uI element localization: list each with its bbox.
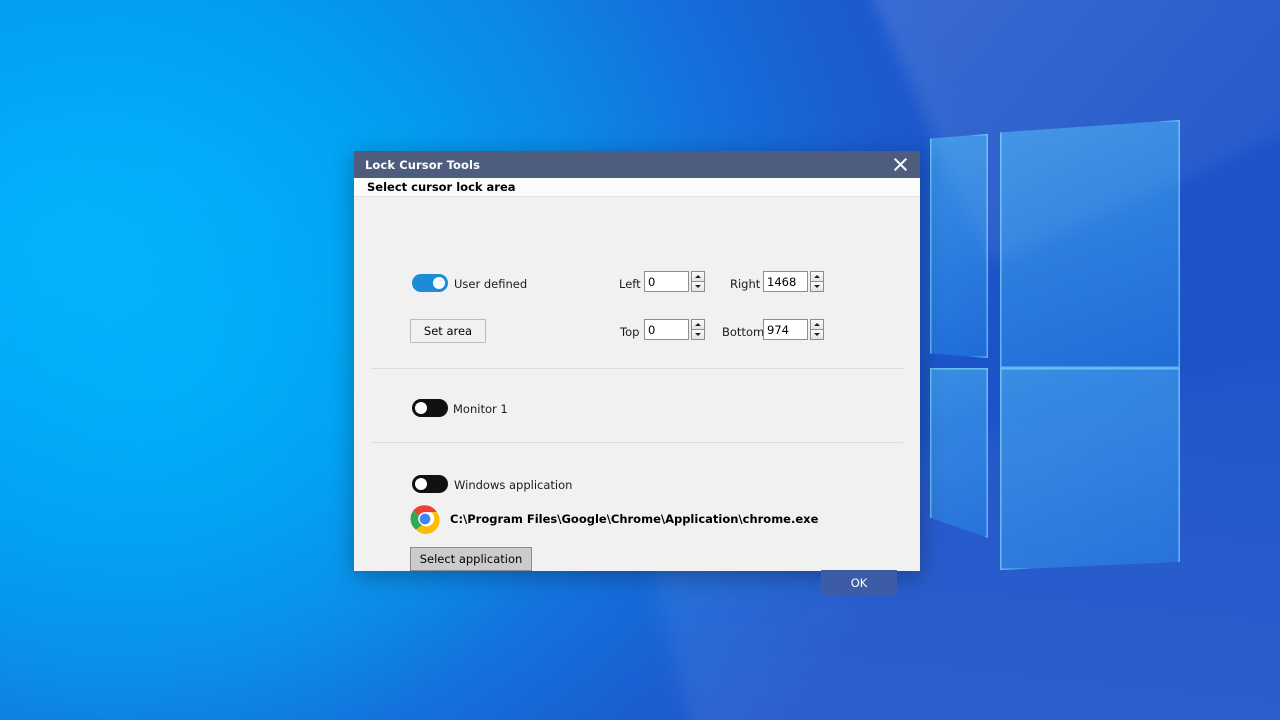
select-application-button[interactable]: Select application [410, 547, 532, 571]
section-header: Select cursor lock area [354, 178, 920, 197]
right-field-spin-buttons[interactable] [810, 271, 824, 292]
ok-button[interactable]: OK [821, 570, 897, 596]
top-field-label: Top [620, 325, 640, 339]
bottom-spin-up-button[interactable] [810, 319, 824, 330]
dialog-title: Lock Cursor Tools [365, 157, 481, 172]
dialog-body: User defined Left 0 Right 1468 Set area … [354, 197, 920, 596]
top-field-input[interactable]: 0 [644, 319, 689, 340]
windows-logo-wallpaper [930, 120, 1280, 570]
toggle-knob [415, 478, 427, 490]
separator-2 [371, 442, 903, 443]
toggle-knob [433, 277, 445, 289]
bottom-field-label: Bottom [722, 325, 765, 339]
left-spin-up-button[interactable] [691, 271, 705, 282]
monitor-toggle[interactable] [412, 399, 448, 417]
separator-1 [371, 368, 903, 369]
close-icon[interactable] [880, 151, 920, 178]
windows-logo-pane-bottom-right [1000, 368, 1180, 570]
bottom-spin-down-button[interactable] [810, 330, 824, 340]
chevron-down-icon [814, 333, 820, 336]
chevron-up-icon [814, 323, 820, 326]
top-spin-down-button[interactable] [691, 330, 705, 340]
right-field[interactable]: 1468 [763, 271, 824, 292]
right-spin-down-button[interactable] [810, 282, 824, 292]
top-field-spin-buttons[interactable] [691, 319, 705, 340]
chrome-icon [410, 504, 440, 534]
bottom-field-spin-buttons[interactable] [810, 319, 824, 340]
dialog-titlebar[interactable]: Lock Cursor Tools [354, 151, 920, 178]
chevron-down-icon [814, 285, 820, 288]
chevron-down-icon [695, 333, 701, 336]
windows-logo-pane-bottom-left [930, 368, 988, 538]
right-spin-up-button[interactable] [810, 271, 824, 282]
lock-cursor-tools-dialog: Lock Cursor Tools Select cursor lock are… [354, 151, 920, 596]
monitor-label: Monitor 1 [453, 402, 508, 416]
windows-application-label: Windows application [454, 478, 573, 492]
bottom-field[interactable]: 974 [763, 319, 824, 340]
toggle-knob [415, 402, 427, 414]
chevron-up-icon [695, 275, 701, 278]
windows-logo-pane-top-right [1000, 120, 1180, 368]
user-defined-toggle[interactable] [412, 274, 448, 292]
right-field-input[interactable]: 1468 [763, 271, 808, 292]
left-field[interactable]: 0 [644, 271, 705, 292]
windows-application-toggle[interactable] [412, 475, 448, 493]
windows-logo-pane-top-left [930, 134, 988, 358]
section-header-label: Select cursor lock area [367, 180, 516, 194]
application-path: C:\Program Files\Google\Chrome\Applicati… [450, 512, 819, 526]
left-field-label: Left [619, 277, 641, 291]
top-spin-up-button[interactable] [691, 319, 705, 330]
user-defined-label: User defined [454, 277, 528, 291]
right-field-label: Right [730, 277, 761, 291]
left-spin-down-button[interactable] [691, 282, 705, 292]
left-field-input[interactable]: 0 [644, 271, 689, 292]
chevron-up-icon [695, 323, 701, 326]
left-field-spin-buttons[interactable] [691, 271, 705, 292]
top-field[interactable]: 0 [644, 319, 705, 340]
chevron-up-icon [814, 275, 820, 278]
set-area-button[interactable]: Set area [410, 319, 486, 343]
chevron-down-icon [695, 285, 701, 288]
bottom-field-input[interactable]: 974 [763, 319, 808, 340]
